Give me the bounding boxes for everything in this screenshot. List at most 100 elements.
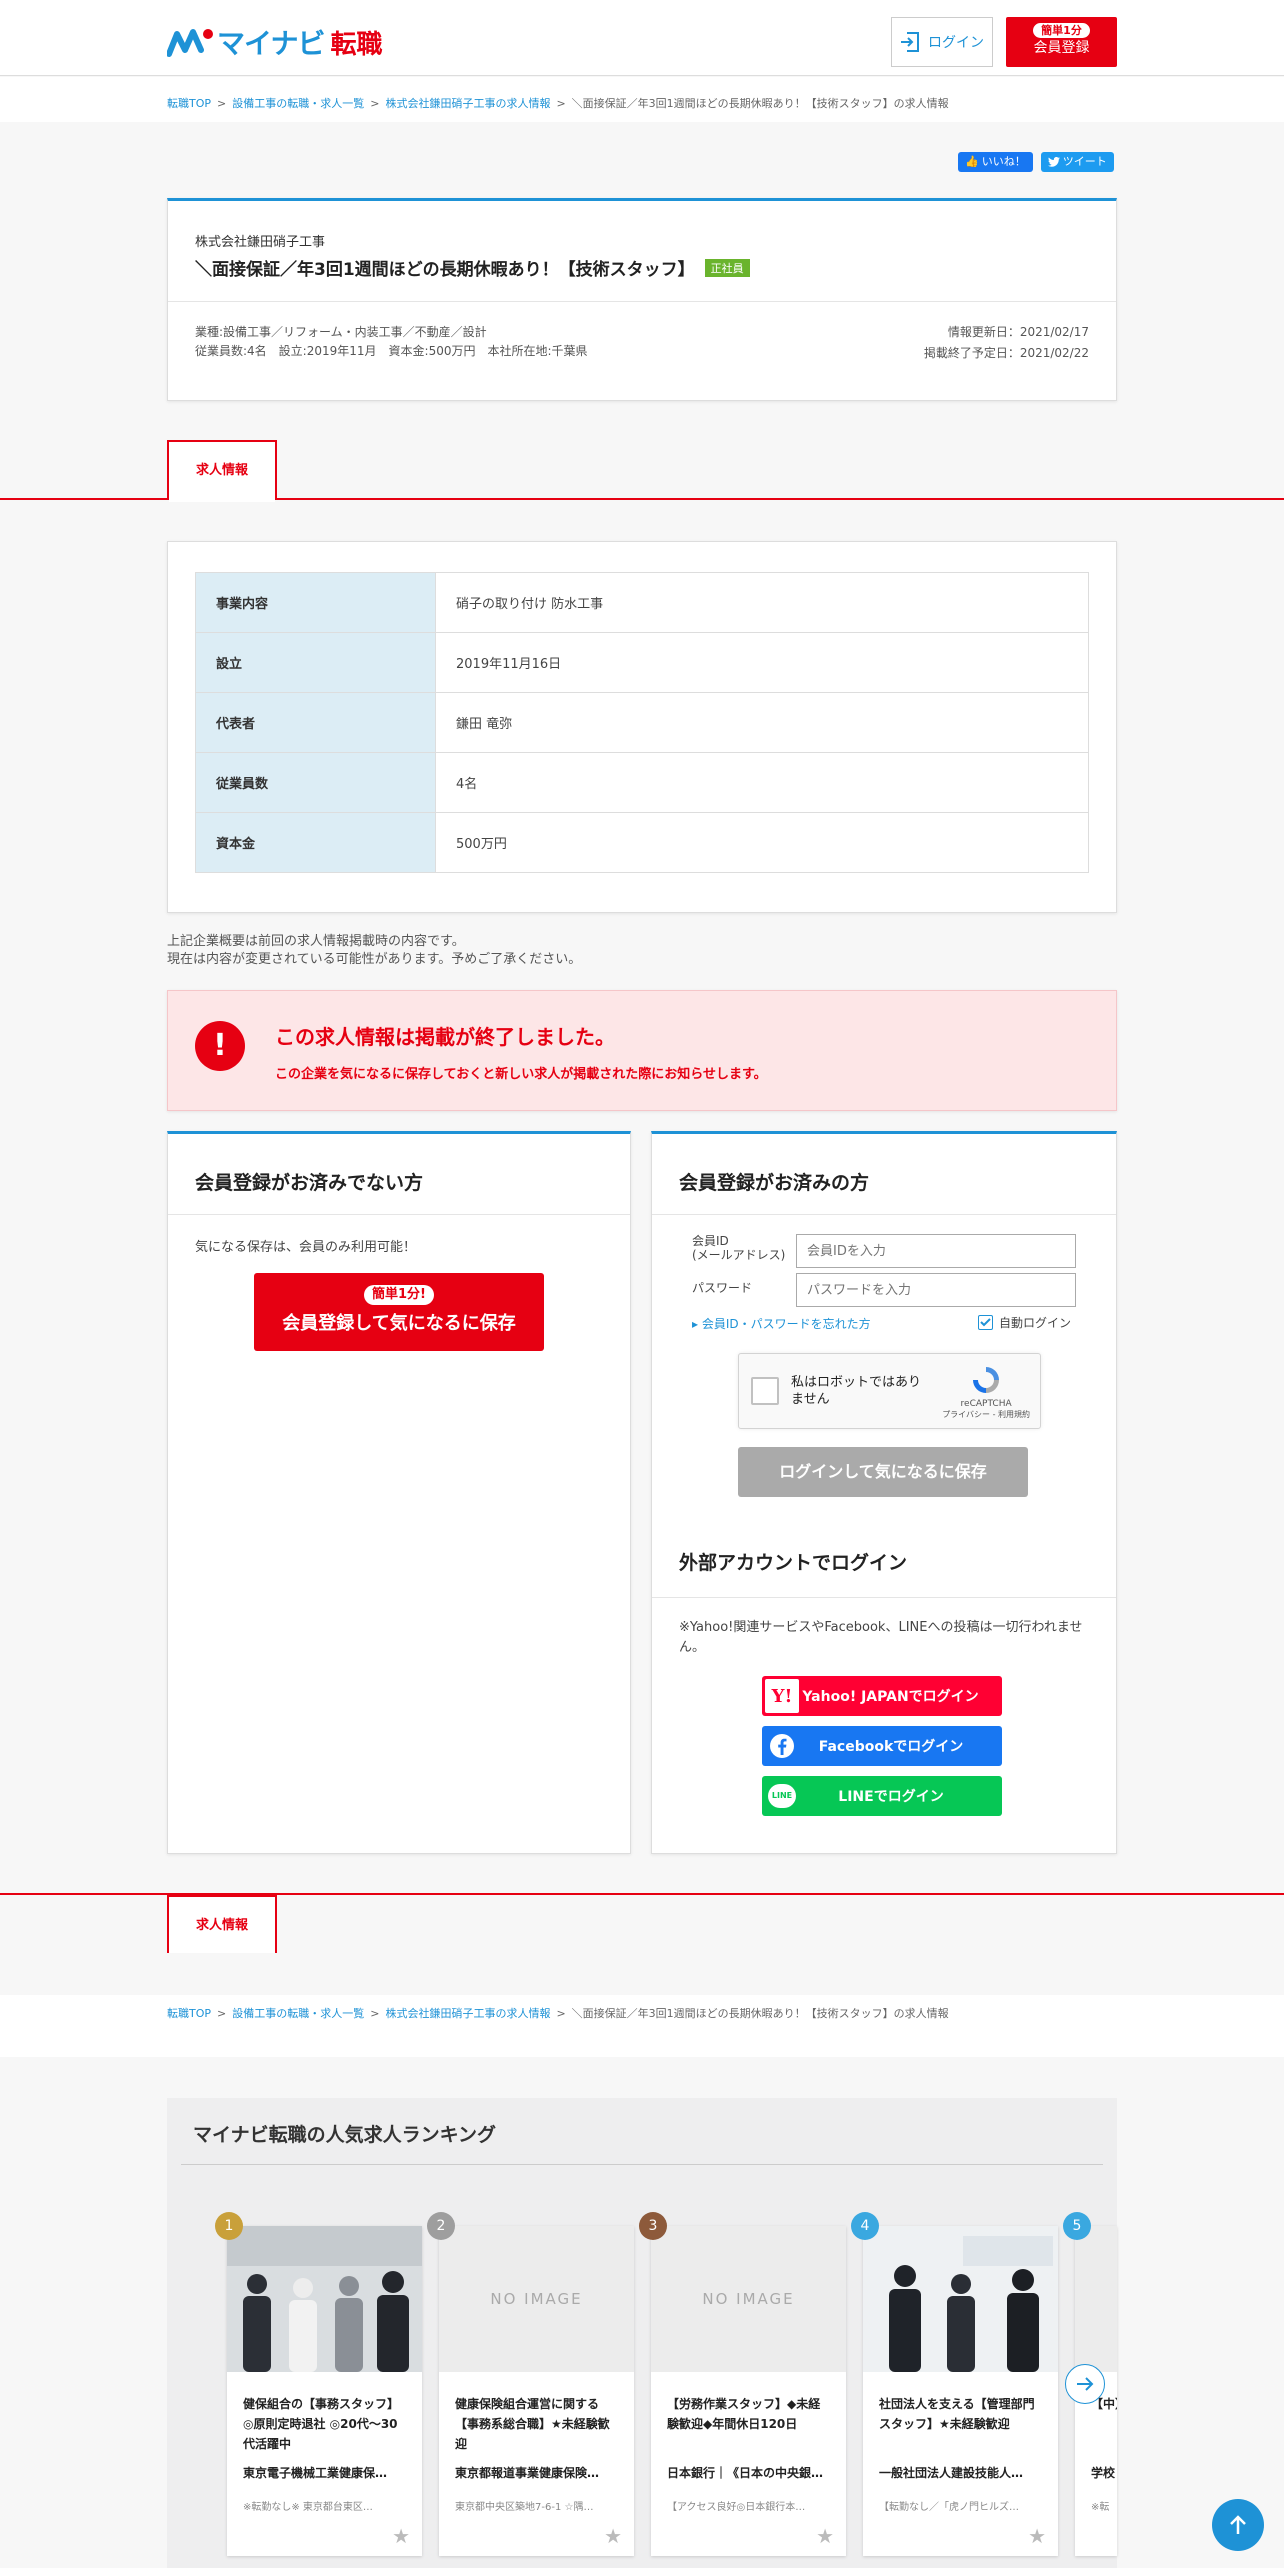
divider	[168, 1214, 630, 1215]
password-label: パスワード	[692, 1281, 753, 1295]
recaptcha-links[interactable]: プライバシー - 利用規約	[942, 1409, 1030, 1420]
yahoo-login-label: Yahoo! JAPANでログイン	[802, 1689, 979, 1705]
no-image-text: NO IMAGE	[702, 2290, 795, 2308]
disclaimer-line: 現在は内容が変更されている可能性があります。予めご了承ください。	[167, 952, 582, 967]
tab-job-info-bottom[interactable]: 求人情報	[167, 1895, 277, 1953]
ranking-card[interactable]: NO IMAGE 健康保険組合運営に関する【事務系総合職】★未経験歓迎 東京都報…	[439, 2226, 634, 2556]
job-location: ※転	[1091, 2502, 1110, 2513]
favorite-star-icon[interactable]: ★	[816, 2524, 834, 2548]
job-photo	[863, 2226, 1058, 2372]
disclaimer-note: 上記企業概要は前回の求人情報掲載時の内容です。 現在は内容が変更されている可能性…	[167, 933, 581, 969]
end-date: 掲載終了予定日：2021/02/22	[923, 346, 1089, 360]
table-row: 従業員数 4名	[195, 752, 1089, 813]
panel-heading: 会員登録がお済みでない方	[195, 1172, 424, 1194]
job-summary-card: 株式会社鎌田硝子工事 ＼面接保証／年3回1週間ほどの長期休暇あり！【技術スタッフ…	[167, 198, 1117, 401]
updated-date: 情報更新日：2021/02/17	[947, 325, 1089, 339]
table-row: 設立 2019年11月16日	[195, 632, 1089, 693]
table-row: 代表者 鎌田 竜弥	[195, 692, 1089, 753]
header-login-button[interactable]: ログイン	[891, 17, 993, 67]
employment-type-badge: 正社員	[704, 258, 750, 277]
rank-badge: 4	[851, 2212, 879, 2240]
breadcrumb-link-category[interactable]: 設備工事の転職・求人一覧	[232, 2007, 364, 2020]
recaptcha-checkbox[interactable]	[751, 1377, 779, 1405]
exclamation-icon: !	[195, 1021, 245, 1071]
row-value: 硝子の取り付け 防水工事	[435, 572, 1089, 633]
job-location: 【転勤なし／「虎ノ門ヒルズ…	[879, 2502, 1019, 2513]
tweet-button[interactable]: ツイート	[1040, 152, 1114, 172]
breadcrumb-sep: >	[370, 2007, 380, 2020]
social-buttons: 👍 いいね！ ツイート	[958, 152, 1114, 172]
facebook-icon	[764, 1728, 800, 1764]
job-location: ※転勤なし※ 東京都台東区…	[243, 2502, 373, 2513]
job-title-text: ＼面接保証／年3回1週間ほどの長期休暇あり！【技術スタッフ】	[195, 260, 695, 280]
breadcrumb-link-company[interactable]: 株式会社鎌田硝子工事の求人情報	[385, 2007, 550, 2020]
table-row: 事業内容 硝子の取り付け 防水工事	[195, 572, 1089, 633]
job-location: 【アクセス良好◎日本銀行本…	[667, 2502, 806, 2513]
breadcrumb-sep: >	[370, 97, 380, 110]
forgot-credentials-link[interactable]: ▸ 会員ID・パスワードを忘れた方	[692, 1315, 871, 1332]
breadcrumb-link-top[interactable]: 転職TOP	[167, 97, 211, 110]
ranking-card[interactable]: NO IMAGE 【労務作業スタッフ】◆未経験歓迎◆年間休日120日 日本銀行｜…	[651, 2226, 846, 2556]
site-header: マイナビ 転職 ログイン 簡単1分 会員登録	[0, 0, 1284, 76]
breadcrumb-sep: >	[556, 2007, 566, 2020]
favorite-star-icon[interactable]: ★	[392, 2524, 410, 2548]
logo-sub-text: 転職	[330, 29, 383, 60]
register-and-save-button[interactable]: 簡単1分! 会員登録して気になるに保存	[254, 1273, 544, 1351]
disclaimer-line: 上記企業概要は前回の求人情報掲載時の内容です。	[167, 934, 465, 949]
line-login-button[interactable]: LINE LINEでログイン	[762, 1776, 1002, 1816]
job-title: 健康保険組合運営に関する【事務系総合職】★未経験歓迎	[455, 2397, 610, 2451]
password-input[interactable]	[796, 1273, 1076, 1307]
login-and-save-button[interactable]: ログインして気になるに保存	[738, 1447, 1028, 1497]
rank-badge: 3	[639, 2212, 667, 2240]
job-title: 社団法人を支える【管理部門スタッフ】★未経験歓迎	[879, 2397, 1035, 2431]
yahoo-login-button[interactable]: Y! Yahoo! JAPANでログイン	[762, 1676, 1002, 1716]
company-name[interactable]: 株式会社鎌田硝子工事	[195, 231, 325, 250]
yahoo-icon: Y!	[765, 1679, 799, 1713]
row-label: 代表者	[195, 692, 436, 753]
job-location: 東京都中央区築地7-6-1 ☆隅…	[455, 2502, 594, 2513]
arrow-up-icon	[1230, 2515, 1246, 2534]
checkbox-checked-icon	[978, 1315, 993, 1330]
favorite-star-icon[interactable]: ★	[604, 2524, 622, 2548]
company-name: 東京電子機械工業健康保…	[243, 2466, 388, 2480]
facebook-like-button[interactable]: 👍 いいね！	[958, 152, 1033, 172]
no-image-text: NO IMAGE	[490, 2290, 583, 2308]
carousel-next-button[interactable]	[1065, 2364, 1105, 2404]
back-to-top-button[interactable]	[1212, 2499, 1264, 2551]
breadcrumb-sep: >	[217, 97, 227, 110]
job-photo-placeholder: NO IMAGE	[651, 2226, 846, 2372]
logo-mark-icon	[167, 29, 213, 57]
job-photo-placeholder: NO IMAGE	[439, 2226, 634, 2372]
ranking-card[interactable]: 健保組合の【事務スタッフ】◎原則定時退社 ◎20代～30代活躍中 東京電子機械工…	[227, 2226, 422, 2556]
divider	[168, 301, 1116, 302]
tab-job-info[interactable]: 求人情報	[167, 440, 277, 502]
breadcrumb-link-top[interactable]: 転職TOP	[167, 2007, 211, 2020]
site-logo[interactable]: マイナビ 転職	[167, 22, 382, 62]
facebook-login-label: Facebookでログイン	[818, 1739, 964, 1755]
company-info-card: 事業内容 硝子の取り付け 防水工事 設立 2019年11月16日 代表者 鎌田 竜弥 …	[167, 541, 1117, 913]
member-id-label: 会員ID (メールアドレス)	[692, 1234, 785, 1262]
rank-badge: 2	[427, 2212, 455, 2240]
favorite-star-icon[interactable]: ★	[1028, 2524, 1046, 2548]
like-label: いいね！	[981, 155, 1026, 168]
table-row: 資本金 500万円	[195, 812, 1089, 873]
label-line: (メールアドレス)	[692, 1248, 786, 1262]
header-register-button[interactable]: 簡単1分 会員登録	[1006, 17, 1117, 67]
rank-badge: 5	[1063, 2212, 1091, 2240]
breadcrumb-link-category[interactable]: 設備工事の転職・求人一覧	[232, 97, 364, 110]
company-info-table: 事業内容 硝子の取り付け 防水工事 設立 2019年11月16日 代表者 鎌田 竜弥 …	[195, 572, 1089, 873]
breadcrumb-link-company[interactable]: 株式会社鎌田硝子工事の求人情報	[385, 97, 550, 110]
people-photo-icon	[863, 2226, 1058, 2372]
member-id-input[interactable]	[796, 1234, 1076, 1268]
alert-subtext: この企業を気になるに保存しておくと新しい求人が掲載された際にお知らせします。	[275, 1067, 767, 1082]
recaptcha-logo: reCAPTCHA プライバシー - 利用規約	[942, 1364, 1030, 1420]
line-icon-text: LINE	[768, 1784, 796, 1808]
auto-login-checkbox[interactable]: 自動ログイン	[978, 1314, 1071, 1331]
job-photo	[227, 2226, 422, 2372]
recaptcha-text-line: ません	[791, 1392, 830, 1407]
job-company-facts: 従業員数:4名 設立:2019年11月 資本金:500万円 本社所在地:千葉県	[195, 344, 588, 358]
ranking-card[interactable]: 社団法人を支える【管理部門スタッフ】★未経験歓迎 一般社団法人建設技能人… 【転…	[863, 2226, 1058, 2556]
people-photo-icon	[227, 2226, 422, 2372]
label-line: 会員ID	[692, 1234, 729, 1248]
facebook-login-button[interactable]: Facebookでログイン	[762, 1726, 1002, 1766]
